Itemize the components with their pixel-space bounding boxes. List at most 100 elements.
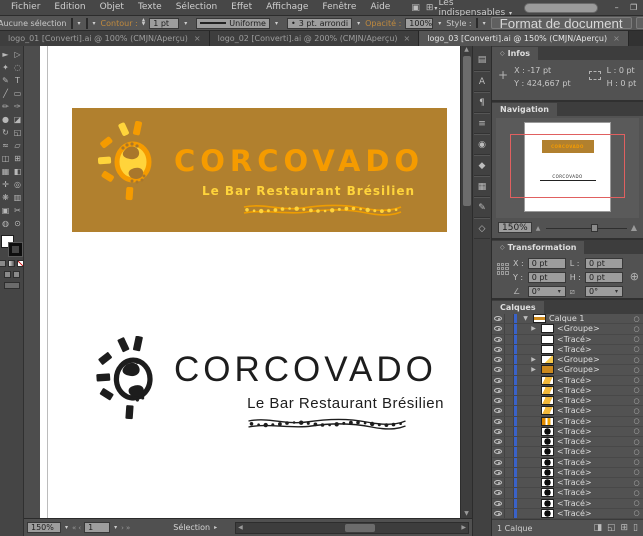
zoom-level-field[interactable]: 150% [27, 522, 61, 533]
layer-row[interactable]: <Tracé> ○ [492, 447, 643, 458]
menu-aide[interactable]: Aide [363, 0, 397, 15]
chevron-down-icon[interactable]: ▾ [113, 524, 118, 531]
layer-row-content[interactable]: <Tracé> [519, 467, 630, 477]
expand-arrow-icon[interactable]: ▶ [529, 356, 538, 363]
screen-mode-button[interactable] [3, 282, 20, 289]
target-icon[interactable]: ○ [630, 386, 643, 394]
brush-select[interactable]: • 3 pt. arrondi [286, 17, 353, 29]
layer-row-content[interactable]: <Tracé> [519, 334, 630, 344]
target-icon[interactable]: ○ [630, 427, 643, 435]
visibility-cell[interactable] [492, 344, 505, 354]
eye-icon[interactable] [494, 336, 502, 342]
eye-icon[interactable] [494, 377, 502, 383]
rotate-field[interactable]: 0° ▾ [527, 286, 566, 297]
visibility-cell[interactable] [492, 488, 505, 498]
color-button[interactable] [0, 260, 6, 267]
layer-row[interactable]: <Tracé> ○ [492, 498, 643, 509]
color-panel-icon[interactable]: ◉ [474, 134, 490, 155]
artboard-number-field[interactable]: 1 [84, 522, 111, 533]
chevron-down-icon[interactable]: ▾ [64, 524, 69, 531]
prev-artboard-button[interactable]: ‹ [78, 524, 81, 532]
opacity-label[interactable]: Opacité : [365, 19, 401, 28]
menu-texte[interactable]: Texte [131, 0, 169, 15]
eye-icon[interactable] [494, 469, 502, 475]
layer-row[interactable]: <Tracé> ○ [492, 416, 643, 427]
next-artboard-button[interactable]: › [121, 524, 124, 532]
visibility-cell[interactable] [492, 426, 505, 436]
lock-cell[interactable] [505, 508, 514, 518]
lock-cell[interactable] [505, 385, 514, 395]
document-tab-1[interactable]: logo_01 [Converti].ai @ 100% (CMJN/Aperç… [0, 31, 210, 46]
eyedropper-tool[interactable]: ✛ [0, 178, 12, 191]
target-icon[interactable]: ○ [630, 366, 643, 374]
symbols-panel-icon[interactable]: ◇ [474, 218, 490, 239]
blend-tool[interactable]: ◎ [12, 178, 24, 191]
gradient-button[interactable] [8, 260, 15, 267]
layer-row-content[interactable]: <Tracé> [519, 375, 630, 385]
search-input[interactable] [523, 2, 599, 13]
chevron-down-icon[interactable]: ▾ [183, 20, 188, 27]
target-icon[interactable]: ○ [630, 345, 643, 353]
eye-icon[interactable] [494, 387, 502, 393]
target-icon[interactable]: ○ [630, 499, 643, 507]
visibility-cell[interactable] [492, 437, 505, 447]
lock-cell[interactable] [505, 447, 514, 457]
mesh-tool[interactable]: ▦ [0, 165, 12, 178]
layer-row[interactable]: <Tracé> ○ [492, 426, 643, 437]
layer-row[interactable]: <Tracé> ○ [492, 385, 643, 396]
lock-cell[interactable] [505, 344, 514, 354]
new-layer-button[interactable]: ⊞ [621, 523, 629, 533]
layer-row-content[interactable]: <Tracé> [519, 437, 630, 447]
lock-cell[interactable] [505, 375, 514, 385]
stroke-color-swatch[interactable] [9, 243, 22, 256]
menu-fichier[interactable]: Fichier [4, 0, 47, 15]
lock-cell[interactable] [505, 324, 514, 334]
target-icon[interactable]: ○ [630, 315, 643, 323]
scale-tool[interactable]: ◱ [12, 126, 24, 139]
menu-fene-tre[interactable]: Fenêtre [315, 0, 363, 15]
new-sublayer-button[interactable]: ◱ [607, 523, 616, 533]
character-panel-icon[interactable]: A [474, 71, 490, 92]
expand-arrow-icon[interactable]: ▶ [529, 325, 538, 332]
chevron-down-icon[interactable]: ▾ [77, 20, 82, 27]
tab-infos[interactable]: ◇ Infos [492, 47, 539, 60]
target-icon[interactable]: ○ [630, 407, 643, 415]
layer-row-content[interactable]: <Tracé> [519, 396, 630, 406]
line-tool[interactable]: ╱ [0, 87, 12, 100]
pen-tool[interactable]: ✎ [0, 74, 12, 87]
layer-row[interactable]: <Tracé> ○ [492, 508, 643, 519]
visibility-cell[interactable] [492, 498, 505, 508]
horizontal-scroll-thumb[interactable] [345, 523, 376, 532]
eye-icon[interactable] [494, 428, 502, 434]
transform-x-field[interactable]: 0 pt [527, 258, 566, 269]
layer-row-content[interactable]: ▶ <Groupe> [519, 355, 630, 365]
menu-edition[interactable]: Edition [47, 0, 92, 15]
target-icon[interactable]: ○ [630, 448, 643, 456]
target-icon[interactable]: ○ [630, 376, 643, 384]
tab-calques[interactable]: Calques [492, 301, 544, 314]
status-mode-label[interactable]: Sélection [173, 523, 210, 532]
target-icon[interactable]: ○ [630, 438, 643, 446]
layer-row-content[interactable]: <Tracé> [519, 416, 630, 426]
layer-row-content[interactable]: ▶ <Groupe> [519, 324, 630, 334]
paragraph-panel-icon[interactable]: ¶ [474, 92, 490, 113]
layer-row[interactable]: <Tracé> ○ [492, 488, 643, 499]
slice-tool[interactable]: ✂ [12, 204, 24, 217]
stroke-width-stepper[interactable]: ▲ ▼ [142, 18, 145, 27]
lock-cell[interactable] [505, 457, 514, 467]
eye-icon[interactable] [494, 490, 502, 496]
layer-row[interactable]: ▼ Calque 1 ○ [492, 314, 643, 325]
lock-cell[interactable] [505, 498, 514, 508]
layer-row[interactable]: ▶ <Groupe> ○ [492, 355, 643, 366]
pencil-tool[interactable]: ✑ [12, 100, 24, 113]
make-clip-mask-button[interactable]: ◨ [593, 523, 602, 533]
perspective-grid-tool[interactable]: ⊞ [12, 152, 24, 165]
navigation-zoom-slider[interactable]: ▲ ▲ [536, 223, 637, 233]
menu-effet[interactable]: Effet [224, 0, 259, 15]
target-icon[interactable]: ○ [630, 489, 643, 497]
canvas[interactable]: CORCOVADO Le Bar Restaurant Brésilien CO… [24, 46, 460, 518]
target-icon[interactable]: ○ [630, 325, 643, 333]
direct-selection-tool[interactable]: ▷ [12, 48, 24, 61]
layer-row[interactable]: <Tracé> ○ [492, 478, 643, 489]
layer-row[interactable]: <Tracé> ○ [492, 396, 643, 407]
